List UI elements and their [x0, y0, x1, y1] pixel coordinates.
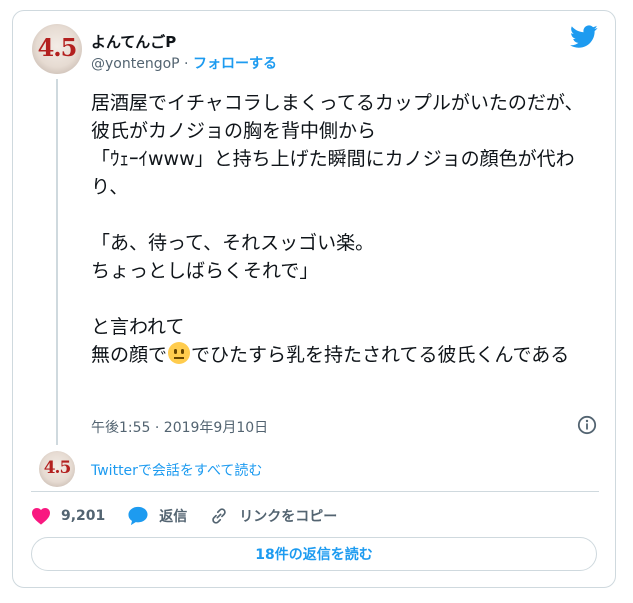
like-button[interactable]: 9,201: [31, 507, 105, 525]
tweet-text: 居酒屋でイチャコラしまくってるカップルがいたのだが、 彼氏がカノジョの胸を背中側…: [91, 89, 605, 369]
follow-link[interactable]: フォローする: [193, 56, 277, 72]
author-handle-line: @yontengoP · フォローする: [91, 53, 277, 73]
author-avatar[interactable]: 4.5: [32, 24, 82, 74]
link-icon: [212, 508, 227, 524]
info-icon[interactable]: [577, 415, 597, 435]
avatar-small-text: 4.5: [43, 458, 72, 478]
copy-link-button[interactable]: リンクをコピー: [209, 506, 337, 526]
read-replies-button[interactable]: 18件の返信を読む: [31, 537, 597, 571]
divider: [31, 491, 599, 492]
reply-label: 返信: [159, 509, 188, 525]
tweet-text-part-1: 居酒屋でイチャコラしまくってるカップルがいたのだが、 彼氏がカノジョの胸を背中側…: [91, 92, 584, 366]
author-display-name[interactable]: よんてんごP: [91, 31, 176, 52]
copy-link-label: リンクをコピー: [239, 509, 338, 525]
avatar-text: 4.5: [37, 33, 78, 62]
read-conversation-link[interactable]: Twitterで会話をすべて読む: [91, 460, 262, 480]
read-replies-label: 18件の返信を読む: [255, 547, 373, 563]
author-handle[interactable]: @yontengoP: [91, 56, 180, 72]
like-count: 9,201: [61, 508, 106, 524]
action-bar: 9,201 返信 リンクをコピー: [31, 503, 359, 529]
heart-icon: [32, 507, 50, 525]
reply-bubble-icon: [128, 506, 148, 526]
embedded-tweet-card: 4.5 よんてんごP @yontengoP · フォローする 居酒屋でイチャコラ…: [12, 10, 616, 588]
tweet-timestamp[interactable]: 午後1:55 · 2019年9月10日: [91, 417, 268, 437]
tweet-text-part-2: でひたすら乳を持たされてる彼氏くんである: [191, 344, 570, 366]
reply-button[interactable]: 返信: [127, 506, 187, 526]
neutral-face-emoji-icon: [168, 342, 191, 364]
conversation-avatar[interactable]: 4.5: [39, 451, 75, 487]
thread-line: [56, 79, 58, 445]
twitter-bird-icon[interactable]: [570, 25, 598, 49]
handle-separator: ·: [184, 56, 189, 72]
